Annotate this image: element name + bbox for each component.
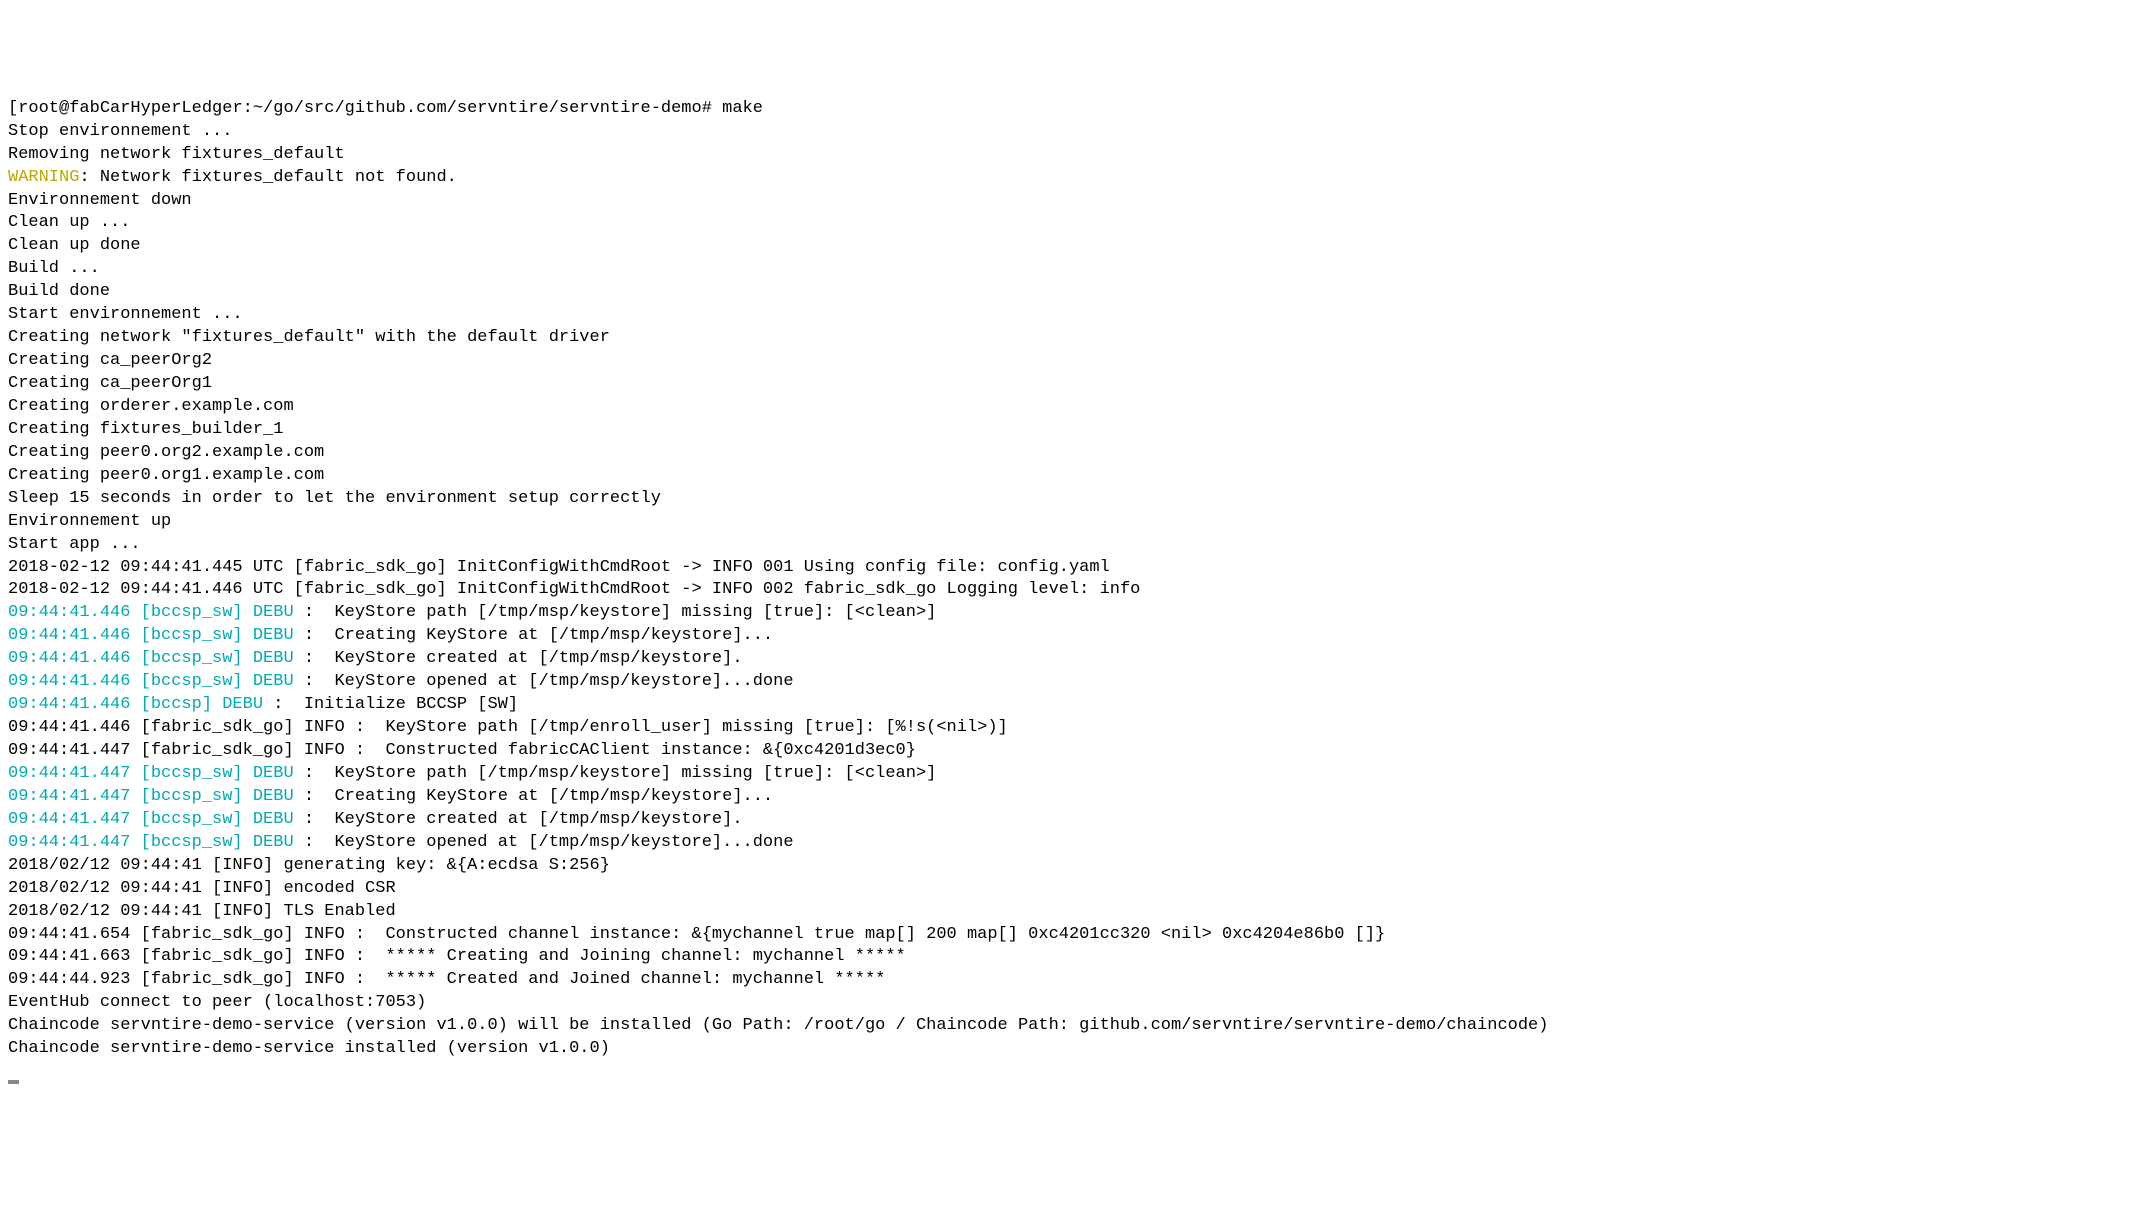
terminal-output[interactable]: [root@fabCarHyperLedger:~/go/src/github.… — [8, 98, 2132, 1084]
terminal-line: Chaincode servntire-demo-service install… — [8, 1038, 2132, 1061]
terminal-line: Creating orderer.example.com — [8, 396, 2132, 419]
terminal-line: Creating ca_peerOrg2 — [8, 350, 2132, 373]
terminal-segment: : KeyStore opened at [/tmp/msp/keystore]… — [294, 833, 794, 852]
terminal-line: 09:44:41.447 [fabric_sdk_go] INFO : Cons… — [8, 740, 2132, 763]
terminal-line: 09:44:41.446 [bccsp_sw] DEBU : Creating … — [8, 625, 2132, 648]
terminal-line: Creating ca_peerOrg1 — [8, 373, 2132, 396]
terminal-segment: Creating ca_peerOrg1 — [8, 374, 212, 393]
terminal-segment: 2018/02/12 09:44:41 [INFO] encoded CSR — [8, 879, 396, 898]
terminal-line: Chaincode servntire-demo-service (versio… — [8, 1015, 2132, 1038]
terminal-segment: Environnement down — [8, 191, 192, 210]
terminal-line: 09:44:41.446 [bccsp] DEBU : Initialize B… — [8, 694, 2132, 717]
terminal-line: 09:44:41.447 [bccsp_sw] DEBU : KeyStore … — [8, 832, 2132, 855]
prompt-bracket: [ — [8, 99, 18, 118]
terminal-line: 2018/02/12 09:44:41 [INFO] generating ke… — [8, 855, 2132, 878]
terminal-cursor-line — [8, 1061, 2132, 1084]
terminal-segment: : KeyStore opened at [/tmp/msp/keystore]… — [294, 672, 794, 691]
terminal-line: Start app ... — [8, 534, 2132, 557]
terminal-line: 09:44:41.446 [bccsp_sw] DEBU : KeyStore … — [8, 602, 2132, 625]
terminal-segment: 09:44:41.446 [bccsp_sw] DEBU — [8, 649, 294, 668]
terminal-segment: 09:44:41.446 [bccsp_sw] DEBU — [8, 672, 294, 691]
terminal-line: 09:44:41.446 [bccsp_sw] DEBU : KeyStore … — [8, 671, 2132, 694]
terminal-line: Environnement down — [8, 190, 2132, 213]
terminal-segment: Build ... — [8, 259, 100, 278]
terminal-segment: : KeyStore created at [/tmp/msp/keystore… — [294, 649, 743, 668]
terminal-segment: Clean up ... — [8, 213, 130, 232]
terminal-line: 09:44:41.654 [fabric_sdk_go] INFO : Cons… — [8, 924, 2132, 947]
terminal-segment: Sleep 15 seconds in order to let the env… — [8, 489, 661, 508]
terminal-line: 09:44:41.447 [bccsp_sw] DEBU : KeyStore … — [8, 763, 2132, 786]
terminal-segment: : Network fixtures_default not found. — [79, 168, 456, 187]
terminal-segment: Creating ca_peerOrg2 — [8, 351, 212, 370]
terminal-segment: 2018-02-12 09:44:41.446 UTC [fabric_sdk_… — [8, 580, 1140, 599]
terminal-line: Removing network fixtures_default — [8, 144, 2132, 167]
terminal-line: 2018/02/12 09:44:41 [INFO] encoded CSR — [8, 878, 2132, 901]
terminal-segment: Creating peer0.org2.example.com — [8, 443, 324, 462]
terminal-segment: Creating fixtures_builder_1 — [8, 420, 283, 439]
terminal-line: Build done — [8, 281, 2132, 304]
terminal-segment: 2018-02-12 09:44:41.445 UTC [fabric_sdk_… — [8, 558, 1110, 577]
terminal-segment: : Creating KeyStore at [/tmp/msp/keystor… — [294, 787, 773, 806]
terminal-line: Start environnement ... — [8, 304, 2132, 327]
terminal-segment: WARNING — [8, 168, 79, 187]
terminal-line: Stop environnement ... — [8, 121, 2132, 144]
terminal-segment: : KeyStore created at [/tmp/msp/keystore… — [294, 810, 743, 829]
terminal-line: Clean up ... — [8, 212, 2132, 235]
terminal-segment: : KeyStore path [/tmp/msp/keystore] miss… — [294, 603, 937, 622]
terminal-segment: 09:44:41.446 [fabric_sdk_go] INFO : KeyS… — [8, 718, 1008, 737]
terminal-line: 09:44:44.923 [fabric_sdk_go] INFO : ****… — [8, 969, 2132, 992]
terminal-line: WARNING: Network fixtures_default not fo… — [8, 167, 2132, 190]
terminal-segment: 09:44:41.447 [bccsp_sw] DEBU — [8, 810, 294, 829]
terminal-segment: : Initialize BCCSP [SW] — [263, 695, 518, 714]
terminal-line: 2018/02/12 09:44:41 [INFO] TLS Enabled — [8, 901, 2132, 924]
terminal-segment: 09:44:41.446 [bccsp] DEBU — [8, 695, 263, 714]
terminal-line: Environnement up — [8, 511, 2132, 534]
terminal-segment: Build done — [8, 282, 110, 301]
terminal-segment: Start environnement ... — [8, 305, 243, 324]
terminal-segment: Start app ... — [8, 535, 141, 554]
terminal-line: Creating peer0.org2.example.com — [8, 442, 2132, 465]
terminal-segment: Creating network "fixtures_default" with… — [8, 328, 610, 347]
terminal-line: 09:44:41.446 [fabric_sdk_go] INFO : KeyS… — [8, 717, 2132, 740]
terminal-segment: : Creating KeyStore at [/tmp/msp/keystor… — [294, 626, 773, 645]
terminal-segment: Removing network fixtures_default — [8, 145, 345, 164]
terminal-line: 09:44:41.447 [bccsp_sw] DEBU : Creating … — [8, 786, 2132, 809]
terminal-line: Creating fixtures_builder_1 — [8, 419, 2132, 442]
terminal-segment: 09:44:41.446 [bccsp_sw] DEBU — [8, 603, 294, 622]
terminal-line: Creating peer0.org1.example.com — [8, 465, 2132, 488]
terminal-line: Clean up done — [8, 235, 2132, 258]
terminal-segment: 09:44:41.447 [bccsp_sw] DEBU — [8, 764, 294, 783]
terminal-line: Build ... — [8, 258, 2132, 281]
prompt-user-host-path: root@fabCarHyperLedger:~/go/src/github.c… — [18, 99, 712, 118]
terminal-segment: Creating peer0.org1.example.com — [8, 466, 324, 485]
terminal-line: 09:44:41.663 [fabric_sdk_go] INFO : ****… — [8, 946, 2132, 969]
terminal-segment: 09:44:41.447 [fabric_sdk_go] INFO : Cons… — [8, 741, 916, 760]
terminal-segment: 09:44:41.654 [fabric_sdk_go] INFO : Cons… — [8, 925, 1385, 944]
terminal-line: Creating network "fixtures_default" with… — [8, 327, 2132, 350]
terminal-segment: Stop environnement ... — [8, 122, 232, 141]
terminal-prompt-line: [root@fabCarHyperLedger:~/go/src/github.… — [8, 98, 2132, 121]
terminal-segment: Chaincode servntire-demo-service install… — [8, 1039, 610, 1058]
terminal-segment: 2018/02/12 09:44:41 [INFO] TLS Enabled — [8, 902, 396, 921]
terminal-line: 09:44:41.447 [bccsp_sw] DEBU : KeyStore … — [8, 809, 2132, 832]
terminal-segment: Creating orderer.example.com — [8, 397, 294, 416]
terminal-segment: 2018/02/12 09:44:41 [INFO] generating ke… — [8, 856, 610, 875]
terminal-segment: 09:44:41.447 [bccsp_sw] DEBU — [8, 787, 294, 806]
prompt-command: make — [712, 99, 763, 118]
terminal-line: 2018-02-12 09:44:41.446 UTC [fabric_sdk_… — [8, 579, 2132, 602]
terminal-segment: Environnement up — [8, 512, 171, 531]
terminal-line: 2018-02-12 09:44:41.445 UTC [fabric_sdk_… — [8, 557, 2132, 580]
cursor-icon — [8, 1080, 19, 1084]
terminal-line: Sleep 15 seconds in order to let the env… — [8, 488, 2132, 511]
terminal-segment: : KeyStore path [/tmp/msp/keystore] miss… — [294, 764, 937, 783]
terminal-line: EventHub connect to peer (localhost:7053… — [8, 992, 2132, 1015]
terminal-line: 09:44:41.446 [bccsp_sw] DEBU : KeyStore … — [8, 648, 2132, 671]
terminal-segment: 09:44:41.446 [bccsp_sw] DEBU — [8, 626, 294, 645]
terminal-segment: 09:44:41.663 [fabric_sdk_go] INFO : ****… — [8, 947, 906, 966]
terminal-segment: Chaincode servntire-demo-service (versio… — [8, 1016, 1548, 1035]
terminal-segment: Clean up done — [8, 236, 141, 255]
terminal-segment: EventHub connect to peer (localhost:7053… — [8, 993, 426, 1012]
terminal-segment: 09:44:41.447 [bccsp_sw] DEBU — [8, 833, 294, 852]
terminal-segment: 09:44:44.923 [fabric_sdk_go] INFO : ****… — [8, 970, 885, 989]
